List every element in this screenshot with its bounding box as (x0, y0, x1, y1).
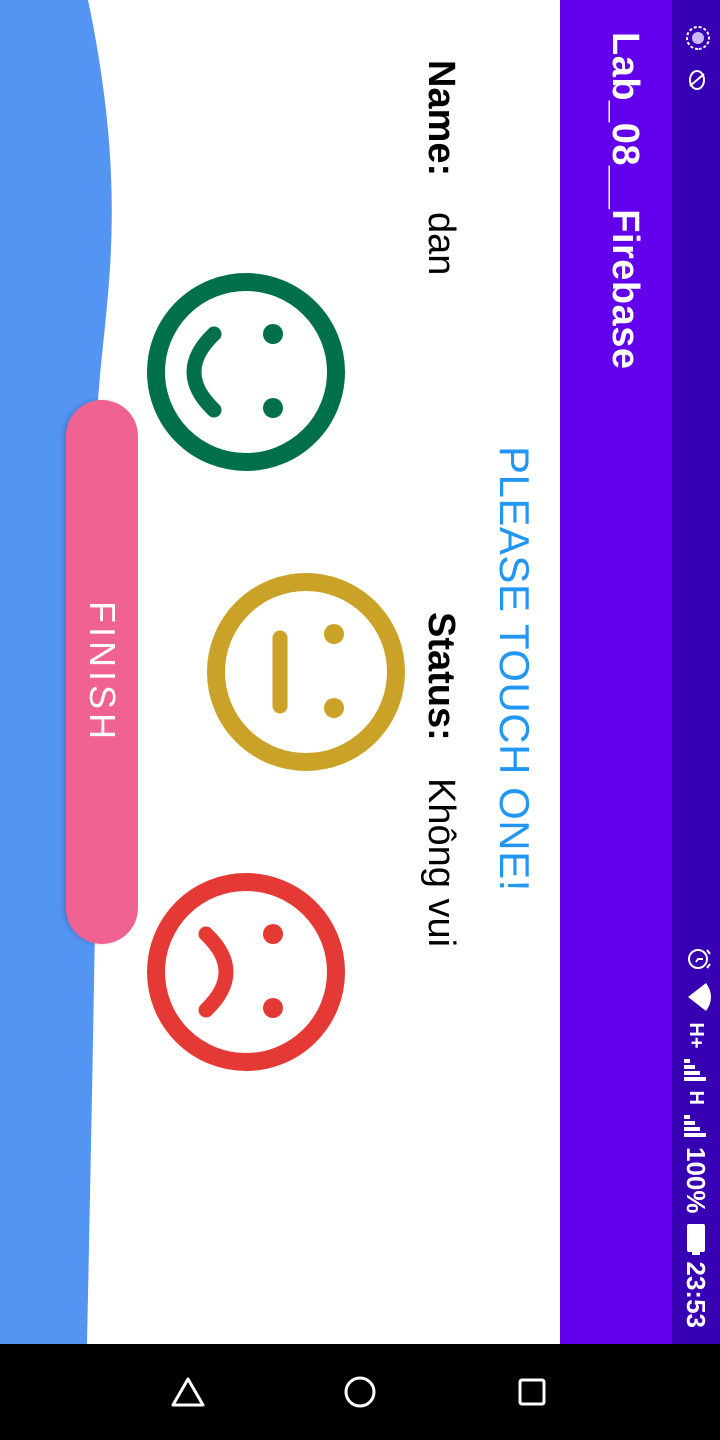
happy-face-icon (147, 273, 345, 471)
recents-icon (518, 1378, 546, 1406)
battery-icon (687, 1223, 705, 1252)
name-label: Name: (420, 60, 462, 177)
sad-face-icon (147, 873, 345, 1071)
back-button[interactable] (164, 1368, 212, 1416)
battery-level: 100% (681, 1147, 712, 1214)
home-icon (344, 1376, 376, 1408)
signal-icon (684, 1058, 708, 1081)
status-label: Status: (420, 612, 462, 741)
status-right-icons: H+ H 100% 23:53 (672, 946, 720, 1328)
finish-button[interactable]: FINISH (66, 400, 138, 944)
navigation-bar (0, 1344, 720, 1440)
sync-icon (680, 24, 713, 52)
app-title: Lab_08__Firebase (604, 32, 646, 370)
app-bar: Lab_08__Firebase (560, 0, 672, 1344)
status-bar: H+ H 100% 23:53 (672, 0, 720, 1344)
prompt-text: PLEASE TOUCH ONE! (491, 446, 538, 892)
clock: 23:53 (681, 1261, 712, 1329)
status-value: Không vui (420, 778, 462, 948)
network-type-1: H+ (685, 1022, 708, 1049)
sad-face-button[interactable] (146, 872, 346, 1072)
wifi-icon (680, 982, 713, 1012)
name-value: dan (420, 212, 462, 276)
back-icon (171, 1377, 205, 1407)
signal-icon-2 (684, 1115, 708, 1137)
main-content: Name: dan PLEASE TOUCH ONE! Status: Khôn… (0, 0, 560, 1344)
app-screen: H+ H 100% 23:53 Lab_08__Firebase Name: d… (0, 0, 720, 1344)
neutral-face-button[interactable] (206, 572, 406, 772)
recents-button[interactable] (508, 1368, 556, 1416)
notification-icon (680, 66, 713, 94)
status-left-icons (672, 24, 720, 94)
network-type-2: H (685, 1090, 708, 1105)
happy-face-button[interactable] (146, 272, 346, 472)
alarm-icon (680, 946, 713, 972)
neutral-face-icon (207, 573, 405, 771)
home-button[interactable] (336, 1368, 384, 1416)
